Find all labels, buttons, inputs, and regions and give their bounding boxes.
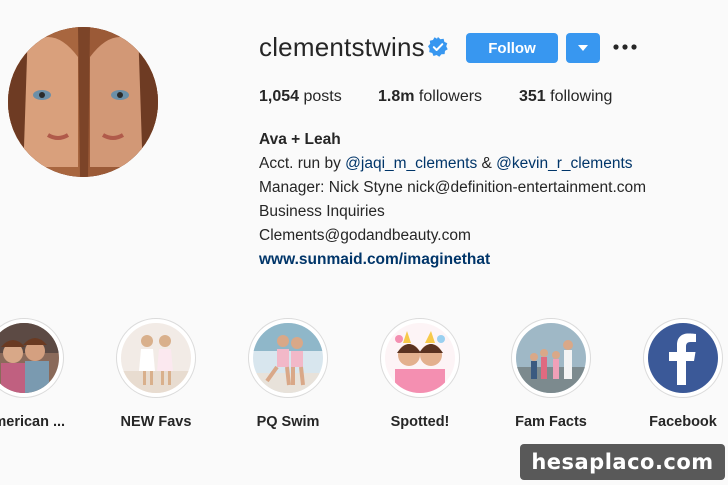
avatar-image (8, 27, 158, 177)
bio-business-line: Business Inquiries (259, 203, 385, 220)
facebook-icon (648, 323, 718, 393)
stat-following-label: following (550, 88, 613, 105)
highlight-label: PQ Swim (256, 414, 320, 430)
profile-username: clementstwins (259, 32, 425, 62)
more-options-button[interactable] (612, 34, 638, 60)
caret-down-icon (578, 45, 588, 51)
stat-followers-label: followers (418, 88, 483, 105)
highlight-american[interactable]: American ... (0, 318, 66, 430)
highlight-thumb-american (0, 323, 59, 393)
highlight-thumb-facebook (648, 323, 718, 393)
stat-posts-label: posts (303, 88, 342, 105)
highlight-new-favs[interactable]: NEW Favs (114, 318, 198, 430)
highlight-ring (116, 318, 196, 398)
bio-mention-jaqi[interactable]: @jaqi_m_clements (345, 155, 477, 172)
highlight-label: Fam Facts (515, 414, 587, 430)
stat-posts-value: 1,054 (259, 88, 300, 105)
follow-button[interactable]: Follow (466, 33, 558, 63)
bio-website-link[interactable]: www.sunmaid.com/imaginethat (259, 248, 646, 272)
highlight-thumb-fam-facts (516, 323, 586, 393)
stat-followers-value: 1.8m (378, 88, 415, 105)
bio-email-line: Clements@godandbeauty.com (259, 227, 471, 244)
highlight-thumb-new-favs (121, 323, 191, 393)
highlight-ring (248, 318, 328, 398)
profile-avatar[interactable] (8, 27, 158, 177)
highlight-label: Spotted! (390, 414, 450, 430)
highlight-ring (511, 318, 591, 398)
profile-bio: Ava + Leah Acct. run by @jaqi_m_clements… (259, 128, 646, 272)
highlight-ring (643, 318, 723, 398)
highlight-label: Facebook (649, 414, 717, 430)
bio-amp: & (477, 155, 497, 172)
highlight-ring (380, 318, 460, 398)
highlight-ring (0, 318, 64, 398)
stat-posts: 1,054 posts (259, 88, 342, 106)
stat-followers[interactable]: 1.8m followers (378, 88, 482, 106)
verified-badge-icon (428, 37, 448, 57)
highlight-facebook[interactable]: Facebook (641, 318, 725, 430)
highlight-label: American ... (0, 414, 66, 430)
highlight-label: NEW Favs (120, 414, 192, 430)
stat-following-value: 351 (519, 88, 546, 105)
bio-full-name: Ava + Leah (259, 131, 341, 148)
highlight-thumb-pq-swim (253, 323, 323, 393)
highlight-pq-swim[interactable]: PQ Swim (246, 318, 330, 430)
bio-manager-line: Manager: Nick Styne nick@definition-ente… (259, 179, 647, 196)
more-dots-icon (613, 44, 637, 50)
suggestions-dropdown-button[interactable] (566, 33, 600, 63)
bio-mention-kevin[interactable]: @kevin_r_clements (496, 155, 632, 172)
bio-acct-prefix: Acct. run by (259, 155, 346, 172)
highlight-fam-facts[interactable]: Fam Facts (509, 318, 593, 430)
highlight-spotted[interactable]: Spotted! (378, 318, 462, 430)
stat-following[interactable]: 351 following (519, 88, 612, 106)
watermark: hesaplaco.com (520, 444, 725, 480)
highlight-thumb-spotted (385, 323, 455, 393)
bio-acct-line: Acct. run by @jaqi_m_clements & @kevin_r… (259, 152, 646, 176)
